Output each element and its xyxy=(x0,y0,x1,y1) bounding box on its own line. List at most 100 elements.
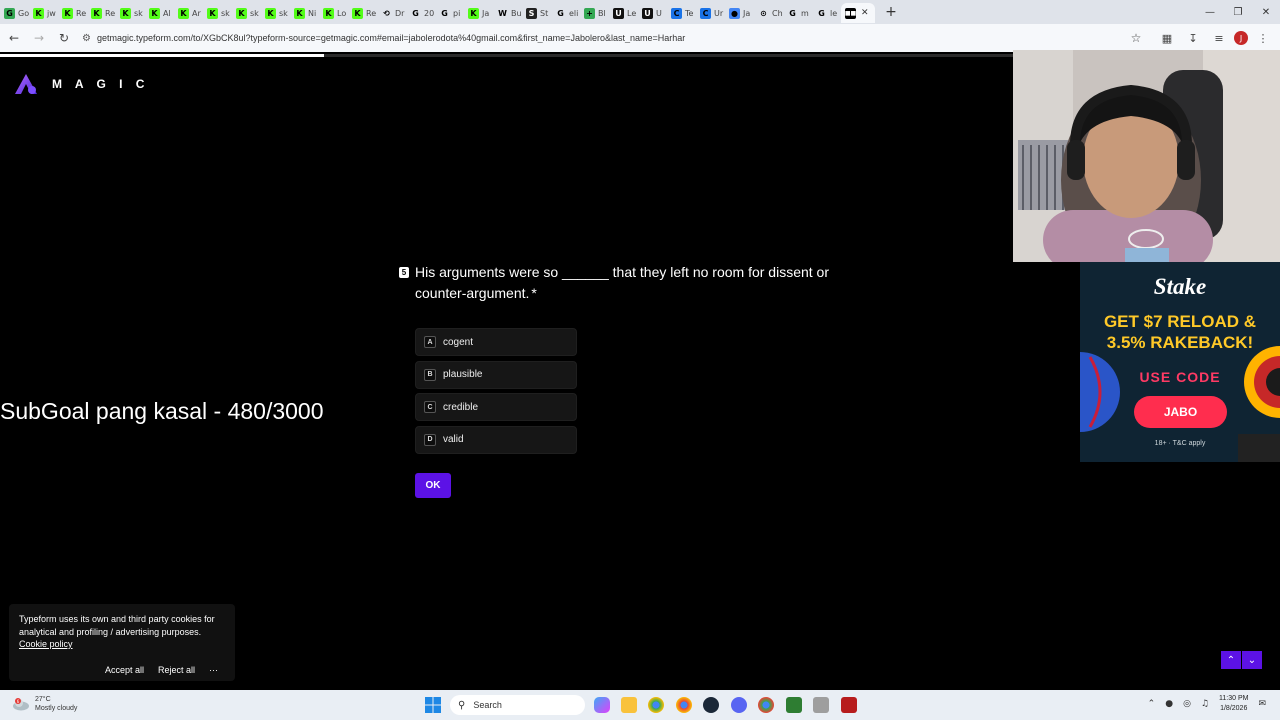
browser-tab[interactable]: ⟲ Dr xyxy=(377,3,406,23)
url-text[interactable]: getmagic.typeform.com/to/XGbCK8ul?typefo… xyxy=(97,33,1077,43)
browser-tab[interactable]: Ksk xyxy=(116,3,145,23)
browser-tab[interactable]: U Le xyxy=(609,3,638,23)
steam-icon[interactable] xyxy=(703,697,719,713)
choice-d[interactable]: D valid xyxy=(415,425,577,454)
question-text-wrapper: His arguments were so ______ that they l… xyxy=(415,262,869,304)
app-icon[interactable] xyxy=(786,697,802,713)
browser-tab[interactable]: K Al xyxy=(145,3,174,23)
browser-tab[interactable]: ⊙ Ch xyxy=(754,3,783,23)
choice-label: valid xyxy=(443,434,464,445)
choice-a[interactable]: A cogent xyxy=(415,328,577,356)
close-tab-icon[interactable]: ✕ xyxy=(861,8,869,18)
browser-tab[interactable]: G 20 xyxy=(406,3,435,23)
more-options-icon[interactable]: ··· xyxy=(209,664,218,677)
media-icon[interactable]: ≡ xyxy=(1208,27,1230,49)
site-info-icon[interactable]: ⚙ xyxy=(82,33,91,44)
reject-all-button[interactable]: Reject all xyxy=(158,664,195,677)
browser-tab[interactable]: Ksk xyxy=(203,3,232,23)
browser-tab[interactable]: S St xyxy=(522,3,551,23)
restore-icon[interactable]: ❐ xyxy=(1224,0,1252,24)
browser-tab[interactable]: K Re xyxy=(348,3,377,23)
tab-strip: G Go Kjw K Re K Re Ksk K Al K Ar Ksk Ksk Ksk K Ni K Lo K Re ⟲… xyxy=(0,0,1280,24)
back-icon[interactable]: ← xyxy=(3,27,25,49)
browser-tab[interactable]: Ksk xyxy=(261,3,290,23)
tab-favicon-icon: ● xyxy=(729,7,740,19)
browser-tab[interactable]: Gm xyxy=(783,3,812,23)
microphone-icon[interactable]: ● xyxy=(1165,699,1173,709)
app-icon[interactable] xyxy=(813,697,829,713)
browser-tab[interactable]: Gpi xyxy=(435,3,464,23)
tab-title: Ch xyxy=(772,8,783,18)
browser-tab[interactable]: K Ja xyxy=(464,3,493,23)
question-navigation: ⌃ ⌄ xyxy=(1221,651,1262,669)
browser-tab[interactable]: G Go xyxy=(0,3,29,23)
download-icon[interactable]: ↧ xyxy=(1182,27,1204,49)
windows-start-icon[interactable] xyxy=(425,697,441,713)
tab-favicon-icon: K xyxy=(149,7,160,19)
chrome-icon[interactable] xyxy=(676,697,692,713)
browser-tab[interactable]: UU xyxy=(638,3,667,23)
bookmark-star-icon[interactable]: ☆ xyxy=(1127,27,1145,49)
next-question-icon[interactable]: ⌄ xyxy=(1242,651,1262,669)
browser-tab[interactable]: Ksk xyxy=(232,3,261,23)
file-explorer-icon[interactable] xyxy=(621,697,637,713)
browser-tab[interactable]: Kjw xyxy=(29,3,58,23)
chevron-up-icon[interactable]: ⌃ xyxy=(1148,699,1156,709)
active-tab[interactable]: ■■ ✕ xyxy=(841,3,875,23)
choice-c[interactable]: C credible xyxy=(415,393,577,421)
browser-tab[interactable]: K Re xyxy=(87,3,116,23)
browser-tab[interactable]: K Re xyxy=(58,3,87,23)
browser-tab[interactable]: K Ni xyxy=(290,3,319,23)
browser-tab[interactable]: + Bl xyxy=(580,3,609,23)
browser-tab[interactable]: Geli xyxy=(551,3,580,23)
volume-icon[interactable]: ♫ xyxy=(1201,699,1209,709)
chrome-icon[interactable] xyxy=(648,697,664,713)
weather-badge: 6 xyxy=(17,699,20,704)
ok-button[interactable]: OK xyxy=(415,473,451,498)
tab-favicon-icon: K xyxy=(468,7,479,19)
ad-code-button[interactable]: JABO xyxy=(1134,396,1227,428)
tab-favicon-icon: K xyxy=(120,7,131,19)
browser-tab[interactable]: K Ar xyxy=(174,3,203,23)
minimize-icon[interactable]: — xyxy=(1196,0,1224,24)
webcam-person-image xyxy=(1013,50,1280,262)
browser-tab[interactable]: C Ur xyxy=(696,3,725,23)
tab-title: sk xyxy=(221,8,230,18)
browser-tab[interactable]: K Lo xyxy=(319,3,348,23)
choice-b[interactable]: B plausible xyxy=(415,360,577,389)
tab-favicon-icon: K xyxy=(323,7,334,19)
browser-tab[interactable]: W Bu xyxy=(493,3,522,23)
tab-title: le xyxy=(830,8,838,18)
dota-icon[interactable] xyxy=(841,697,857,713)
extensions-icon[interactable]: ▦ xyxy=(1156,27,1178,49)
question-text: His arguments were so ______ that they l… xyxy=(415,264,829,301)
chrome-icon[interactable] xyxy=(758,697,774,713)
browser-tab[interactable]: ● Ja xyxy=(725,3,754,23)
profile-avatar[interactable]: J xyxy=(1234,31,1248,45)
tab-title: m xyxy=(801,8,809,18)
notifications-icon[interactable]: ✉ xyxy=(1258,699,1266,709)
new-tab-button[interactable]: + xyxy=(881,4,901,20)
tab-title: U xyxy=(656,8,662,18)
close-window-icon[interactable]: ✕ xyxy=(1252,0,1280,24)
tab-favicon-icon: K xyxy=(91,7,102,19)
clock[interactable]: 11:30 PM 1/8/2026 xyxy=(1219,694,1248,714)
magic-logo[interactable]: M A G I C xyxy=(12,70,149,98)
address-bar[interactable]: ⚙ getmagic.typeform.com/to/XGbCK8ul?type… xyxy=(76,27,1156,49)
accept-all-button[interactable]: Accept all xyxy=(105,664,144,677)
menu-icon[interactable]: ⋮ xyxy=(1252,27,1274,49)
weather-widget[interactable]: 6 27°C Mostly cloudy xyxy=(12,695,77,713)
tab-favicon-icon: ⊙ xyxy=(758,7,769,19)
forward-icon[interactable]: → xyxy=(28,27,50,49)
weather-condition: Mostly cloudy xyxy=(35,705,78,712)
cookie-policy-link[interactable]: Cookie policy xyxy=(19,638,73,651)
browser-tab[interactable]: C Te xyxy=(667,3,696,23)
stake-ad[interactable]: Stake GET $7 RELOAD & 3.5% RAKEBACK! USE… xyxy=(1080,262,1280,462)
discord-icon[interactable] xyxy=(731,697,747,713)
previous-question-icon[interactable]: ⌃ xyxy=(1221,651,1241,669)
taskbar-search[interactable]: ⚲ Search xyxy=(450,695,585,715)
reload-icon[interactable]: ↻ xyxy=(53,27,75,49)
copilot-icon[interactable] xyxy=(594,697,610,713)
network-icon[interactable]: ◎ xyxy=(1183,699,1191,709)
browser-tab[interactable]: Gle xyxy=(812,3,841,23)
